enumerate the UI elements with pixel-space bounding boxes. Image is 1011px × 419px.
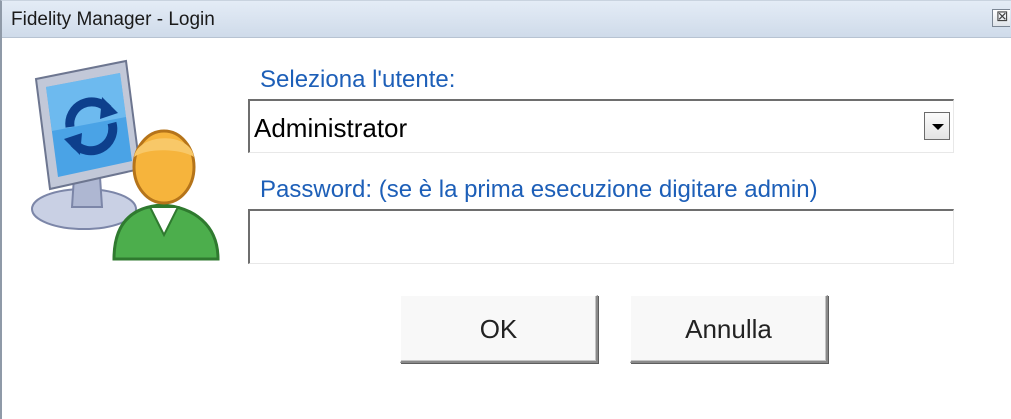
user-select[interactable]: Administrator (248, 99, 954, 153)
user-select-label: Seleziona l'utente: (260, 66, 456, 93)
window-title: Fidelity Manager - Login (11, 9, 215, 30)
user-computer-sync-icon (31, 59, 220, 261)
close-button[interactable]: ⊠ (992, 7, 1010, 27)
title-bar[interactable]: Fidelity Manager - Login ⊠ (2, 1, 1011, 38)
cancel-button[interactable]: Annulla (630, 295, 828, 363)
ok-button[interactable]: OK (400, 295, 598, 363)
password-label: Password: (se è la prima esecuzione digi… (260, 176, 818, 203)
close-icon: ⊠ (996, 7, 1009, 25)
login-window: Fidelity Manager - Login ⊠ Seleziona l'u… (0, 0, 1011, 419)
chevron-down-icon[interactable] (924, 112, 950, 140)
password-input[interactable] (248, 209, 954, 264)
user-select-value: Administrator (254, 113, 408, 143)
